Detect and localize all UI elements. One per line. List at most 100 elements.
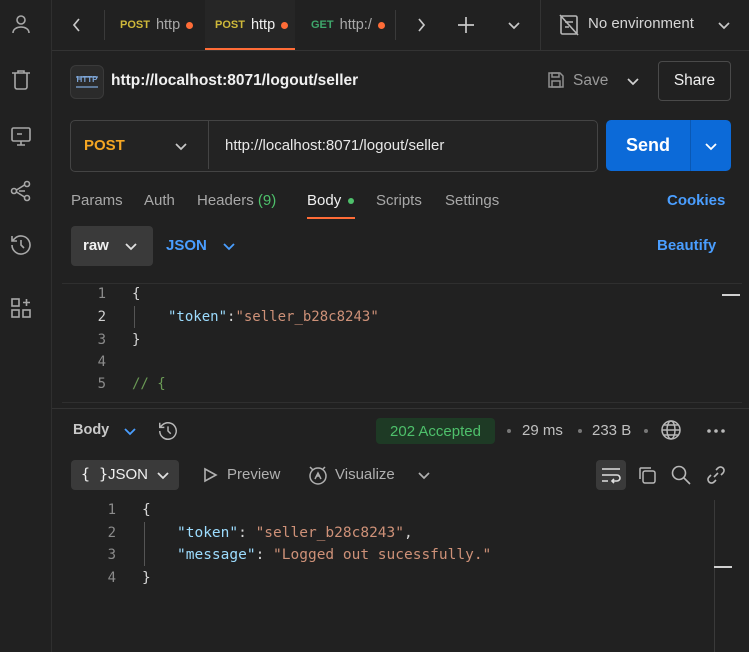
scrollbar-thumb[interactable]: [714, 566, 732, 568]
preview-tab[interactable]: Preview: [227, 466, 280, 483]
history-icon[interactable]: [9, 233, 33, 257]
tab-params[interactable]: Params: [71, 192, 123, 209]
visualize-tab[interactable]: Visualize: [335, 466, 395, 483]
tab-headers[interactable]: Headers (9): [197, 192, 276, 209]
line-number: 4: [107, 570, 116, 586]
chevron-right-icon[interactable]: [412, 13, 430, 37]
request-body-editor[interactable]: 1 2 3 4 5 { "token":"seller_b28c8243" } …: [62, 283, 742, 403]
method-select[interactable]: POST: [84, 137, 125, 154]
chevron-left-icon[interactable]: [68, 13, 86, 37]
save-button[interactable]: Save: [573, 72, 608, 90]
environment-selector[interactable]: No environment: [588, 15, 694, 32]
cookies-link[interactable]: Cookies: [667, 192, 725, 209]
chevron-down-icon[interactable]: [219, 236, 239, 256]
code-line-token: "token":"seller_b28c8243": [168, 309, 379, 325]
request-tab-3[interactable]: GET http:/: [311, 0, 385, 50]
copy-icon[interactable]: [636, 464, 658, 486]
unsaved-dot: [281, 21, 289, 29]
send-button[interactable]: Send: [606, 120, 690, 171]
request-title[interactable]: http://localhost:8071/logout/seller: [111, 72, 358, 90]
chevron-down-icon[interactable]: [714, 15, 734, 35]
scrollbar-thumb[interactable]: [722, 294, 740, 296]
response-size[interactable]: 233 B: [592, 422, 631, 439]
code-brace: }: [132, 332, 141, 348]
more-icon[interactable]: [705, 420, 727, 442]
tab-title: http: [250, 17, 276, 33]
share-button[interactable]: Share: [658, 61, 731, 101]
code-brace: }: [142, 570, 151, 586]
code-brace: {: [142, 502, 151, 518]
save-icon[interactable]: [546, 70, 566, 90]
trash-icon[interactable]: [9, 68, 33, 92]
scrollbar-track[interactable]: [714, 500, 715, 652]
line-number: 2: [97, 309, 106, 325]
response-format-select[interactable]: { } JSON: [71, 460, 179, 490]
chevron-down-icon[interactable]: [504, 15, 524, 35]
body-mode-select[interactable]: raw: [71, 226, 153, 266]
tab-title: http:/: [339, 17, 372, 33]
tab-body[interactable]: Body: [307, 192, 355, 209]
unsaved-dot: [186, 21, 194, 29]
monitor-icon[interactable]: [9, 124, 33, 148]
http-icon: HTTP: [70, 65, 104, 99]
play-icon[interactable]: [201, 466, 219, 484]
response-format-label: JSON: [108, 466, 149, 483]
tab-title: http: [155, 17, 181, 33]
tab-method: GET: [311, 19, 334, 31]
json-value: "seller_b28c8243": [235, 309, 379, 325]
line-number: 1: [97, 286, 106, 302]
headers-count: (9): [257, 192, 277, 209]
tab-headers-label: Headers: [197, 192, 254, 209]
tab-scripts[interactable]: Scripts: [376, 192, 422, 209]
response-body-viewer[interactable]: 1 2 3 4 { "token": "seller_b28c8243", "m…: [62, 500, 742, 652]
unsaved-dot: [377, 21, 385, 29]
request-tab-1[interactable]: POST http: [120, 0, 194, 50]
chevron-down-icon[interactable]: [414, 465, 434, 485]
json-key: "message": [177, 547, 256, 563]
plus-icon[interactable]: [455, 14, 477, 36]
line-number: 4: [97, 354, 106, 370]
braces-icon: { }: [81, 465, 109, 483]
response-time[interactable]: 29 ms: [522, 422, 563, 439]
json-value: "seller_b28c8243": [255, 525, 404, 541]
no-environment-icon: [558, 13, 580, 37]
chevron-down-icon[interactable]: [701, 136, 721, 156]
globe-icon[interactable]: [660, 419, 682, 441]
response-body-label[interactable]: Body: [73, 422, 109, 438]
body-indicator-dot: [348, 198, 355, 205]
user-icon[interactable]: [9, 12, 33, 36]
line-number: 1: [107, 502, 116, 518]
flow-icon[interactable]: [9, 179, 33, 203]
visualize-icon[interactable]: [307, 464, 329, 486]
beautify-button[interactable]: Beautify: [657, 237, 716, 254]
json-key: "token": [168, 309, 228, 325]
tab-settings[interactable]: Settings: [445, 192, 499, 209]
search-icon[interactable]: [670, 464, 692, 486]
tab-auth[interactable]: Auth: [144, 192, 175, 209]
left-sidebar: [0, 0, 52, 652]
line-number: 3: [107, 547, 116, 563]
chevron-down-icon[interactable]: [171, 136, 191, 156]
body-format-select[interactable]: JSON: [166, 237, 207, 254]
link-icon[interactable]: [705, 464, 727, 486]
active-subtab-indicator: [307, 217, 355, 219]
code-brace: {: [132, 286, 141, 302]
tab-method: POST: [215, 19, 245, 31]
http-badge-label: HTTP: [76, 75, 98, 84]
line-number: 2: [107, 525, 116, 541]
tab-body-label: Body: [307, 192, 342, 209]
chevron-down-icon[interactable]: [623, 71, 643, 91]
chevron-down-icon: [153, 465, 173, 485]
chevron-down-icon: [121, 236, 141, 256]
history-icon[interactable]: [157, 420, 179, 442]
status-badge[interactable]: 202 Accepted: [376, 418, 495, 444]
apps-icon[interactable]: [9, 296, 33, 320]
line-number: 3: [97, 332, 106, 348]
wrap-icon[interactable]: [596, 460, 626, 490]
code-line-token: "token": "seller_b28c8243",: [177, 525, 413, 541]
body-mode-label: raw: [83, 237, 109, 254]
request-tab-2[interactable]: POST http: [215, 0, 289, 50]
code-comment: // {: [132, 376, 166, 392]
chevron-down-icon[interactable]: [120, 421, 140, 441]
url-input[interactable]: http://localhost:8071/logout/seller: [225, 137, 444, 154]
